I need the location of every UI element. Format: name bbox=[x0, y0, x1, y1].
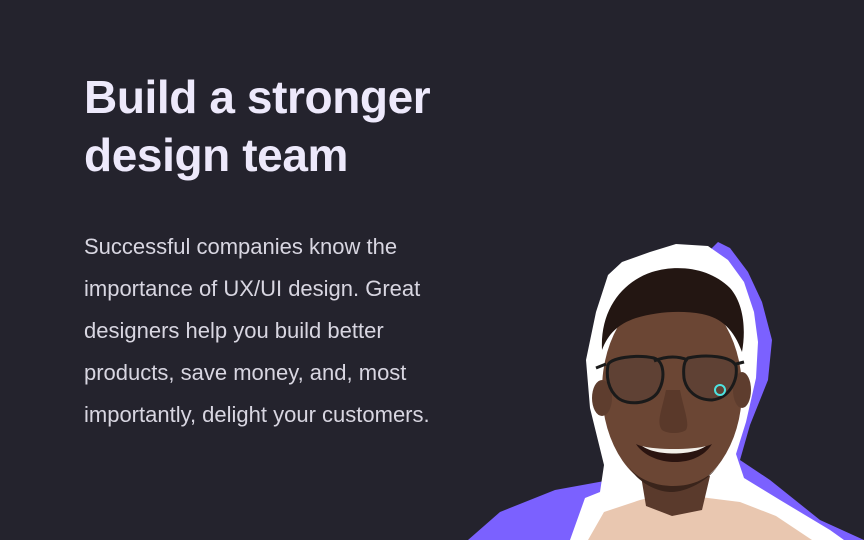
hero-section: Build a stronger design team Successful … bbox=[0, 0, 864, 540]
person-portrait-icon bbox=[468, 242, 864, 540]
headline: Build a stronger design team bbox=[84, 71, 431, 181]
